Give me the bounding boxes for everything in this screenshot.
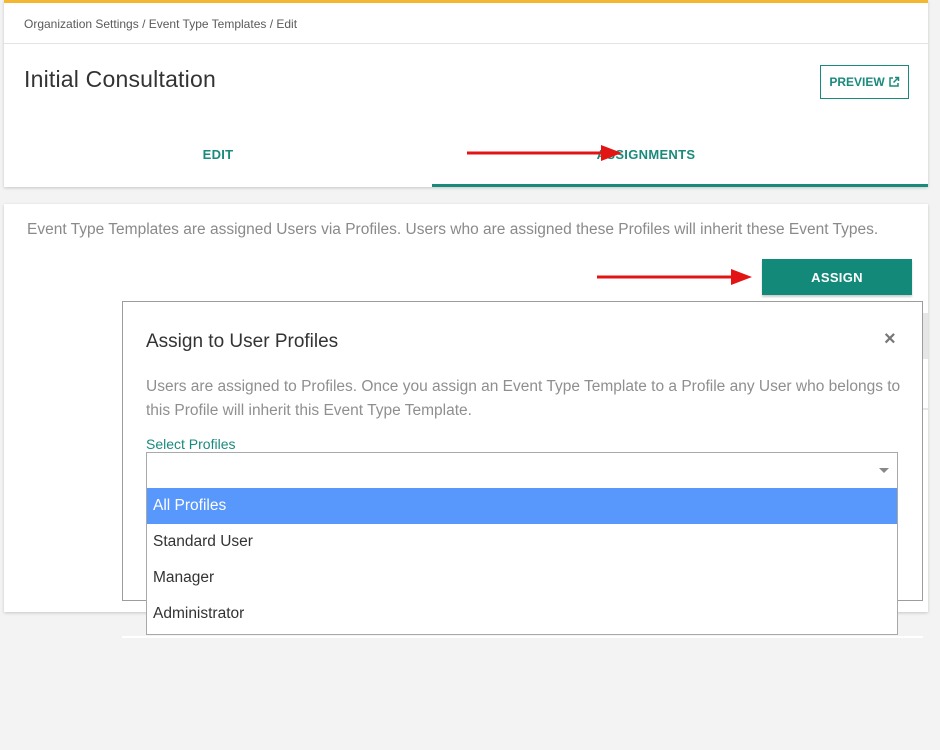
caret-down-icon bbox=[879, 468, 889, 473]
select-profiles-label: Select Profiles bbox=[146, 436, 236, 452]
assign-button[interactable]: ASSIGN bbox=[762, 259, 912, 295]
assign-button-label: ASSIGN bbox=[811, 269, 863, 285]
external-link-icon bbox=[888, 76, 899, 87]
select-profiles-input[interactable] bbox=[146, 452, 898, 490]
tab-edit-label: EDIT bbox=[202, 147, 234, 162]
profiles-dropdown: All Profiles Standard User Manager Admin… bbox=[146, 488, 898, 635]
modal-title: Assign to User Profiles bbox=[146, 331, 339, 352]
info-text: Event Type Templates are assigned Users … bbox=[27, 221, 879, 238]
tab-edit[interactable]: EDIT bbox=[4, 129, 432, 185]
option-administrator[interactable]: Administrator bbox=[147, 596, 897, 632]
breadcrumb: Organization Settings / Event Type Templ… bbox=[24, 17, 298, 31]
option-manager[interactable]: Manager bbox=[147, 560, 897, 596]
header-card: Organization Settings / Event Type Templ… bbox=[4, 0, 928, 187]
red-arrow-icon bbox=[597, 269, 752, 285]
active-tab-indicator bbox=[432, 184, 928, 187]
preview-button[interactable]: PREVIEW bbox=[820, 65, 909, 99]
preview-button-label: PREVIEW bbox=[829, 75, 885, 89]
close-icon[interactable]: × bbox=[884, 328, 896, 351]
divider bbox=[4, 43, 928, 44]
page-title: Initial Consultation bbox=[24, 66, 216, 92]
option-all-profiles[interactable]: All Profiles bbox=[147, 488, 897, 524]
modal-footer-strip bbox=[122, 636, 923, 638]
modal-description: Users are assigned to Profiles. Once you… bbox=[146, 378, 901, 419]
red-arrow-icon bbox=[467, 145, 622, 161]
option-standard-user[interactable]: Standard User bbox=[147, 524, 897, 560]
